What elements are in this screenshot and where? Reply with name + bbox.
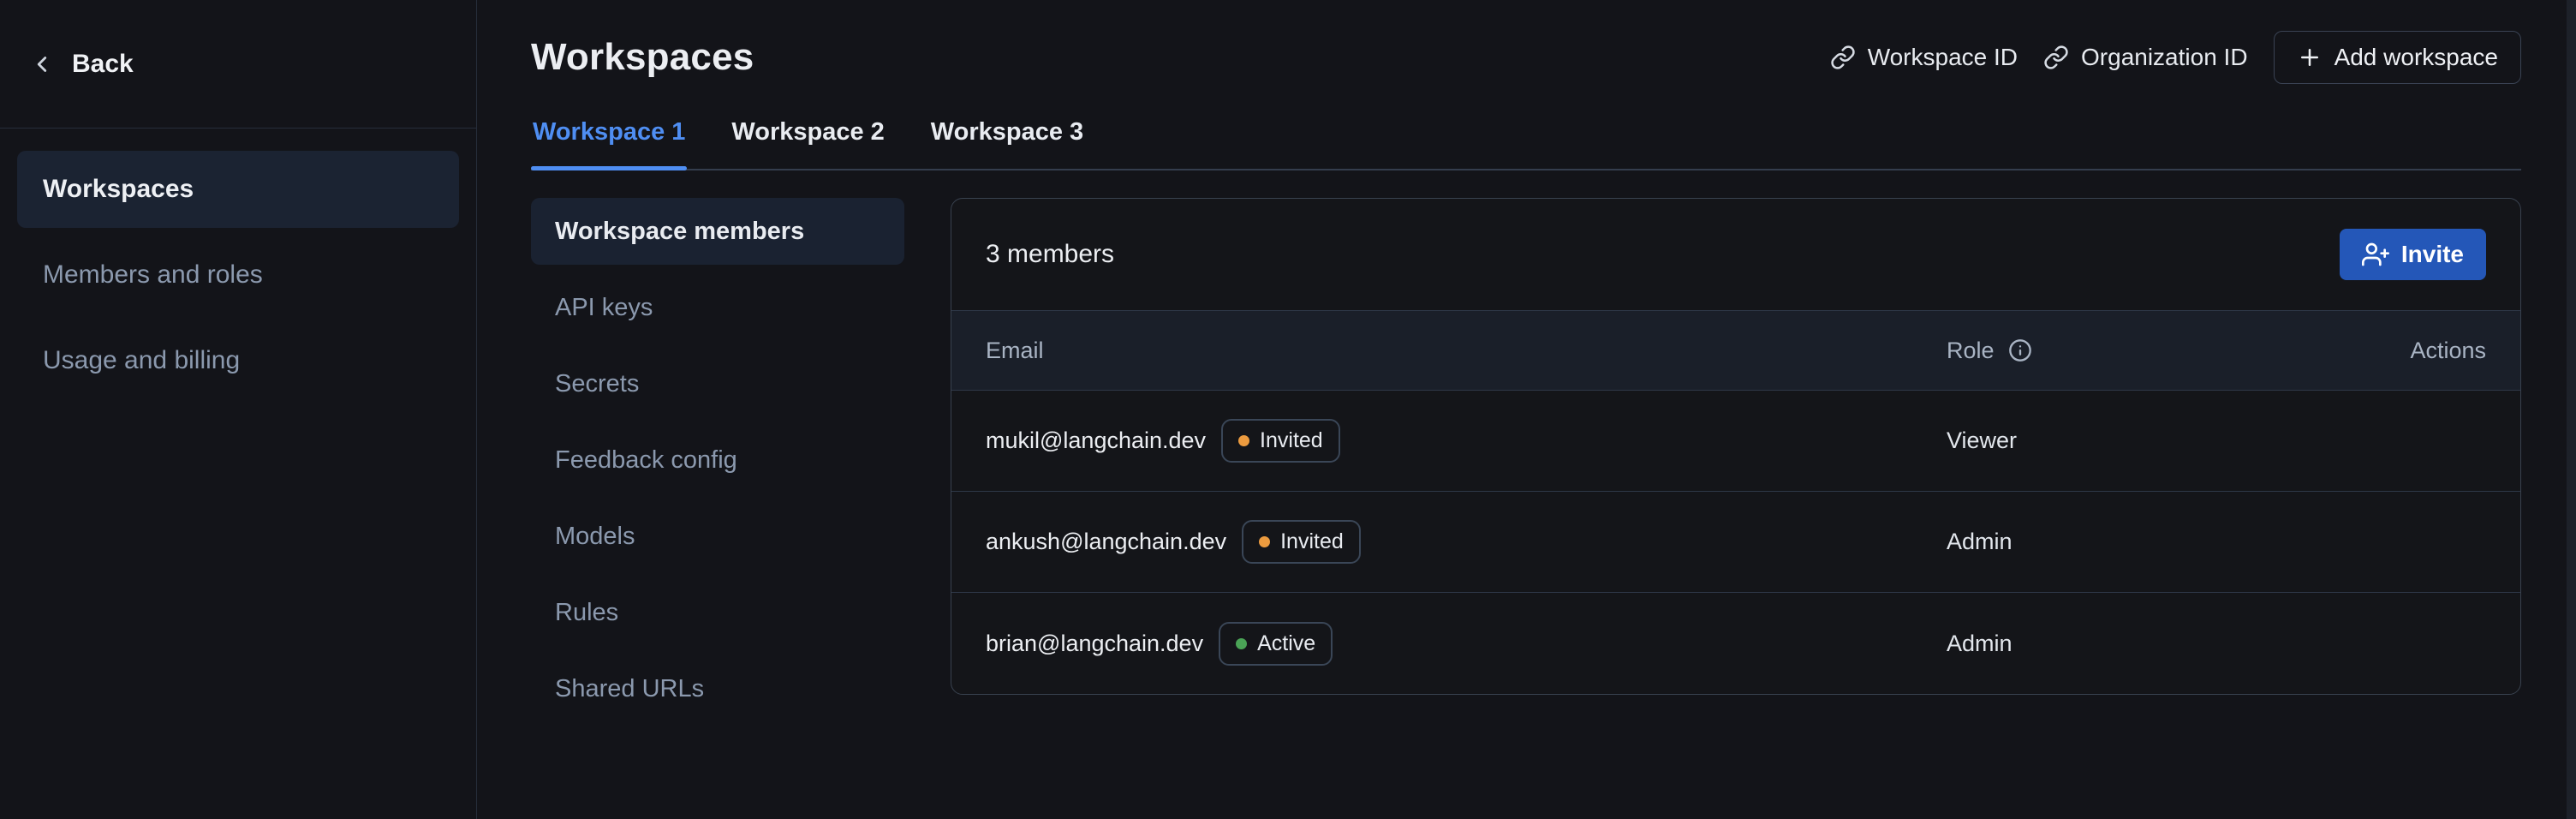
tab-workspace-2[interactable]: Workspace 2 [730,105,886,169]
status-label: Invited [1280,529,1344,554]
user-plus-icon [2362,241,2389,268]
members-card-header: 3 members Invite [951,199,2520,310]
add-workspace-button[interactable]: Add workspace [2274,31,2521,84]
sidebar-item-usage-and-billing[interactable]: Usage and billing [17,322,459,399]
sidebar-item-members-and-roles[interactable]: Members and roles [17,236,459,314]
workspace-subnav: Workspace members API keys Secrets Feedb… [531,198,904,732]
tab-workspace-3[interactable]: Workspace 3 [929,105,1085,169]
subnav-item-models[interactable]: Models [531,503,904,570]
main-content: Workspaces Workspace ID Organization ID … [478,0,2576,819]
scrollbar-track[interactable] [2567,0,2576,819]
subnav-item-feedback-config[interactable]: Feedback config [531,427,904,493]
link-icon [2043,45,2069,70]
sidebar-item-label: Members and roles [43,260,263,290]
status-dot-icon [1238,435,1249,446]
status-badge: Invited [1221,419,1340,463]
members-table-header: Email Role Actions [951,310,2520,391]
page-header: Workspaces Workspace ID Organization ID … [531,31,2521,84]
members-card: 3 members Invite Email Role Actions [951,198,2521,695]
invite-button[interactable]: Invite [2340,229,2486,280]
page-title: Workspaces [531,36,754,79]
subnav-item-rules[interactable]: Rules [531,579,904,646]
subnav-item-secrets[interactable]: Secrets [531,350,904,417]
column-header-role: Role [1947,338,2349,364]
status-dot-icon [1236,638,1247,649]
member-email: ankush@langchain.dev [986,529,1226,555]
column-header-actions: Actions [2349,338,2486,364]
member-role: Admin [1947,529,2012,555]
workspace-tabs: Workspace 1 Workspace 2 Workspace 3 [531,105,2521,170]
sidebar-item-label: Workspaces [43,175,194,204]
back-button[interactable]: Back [0,0,476,129]
info-icon[interactable] [2008,338,2032,362]
back-label: Back [72,50,134,79]
add-workspace-label: Add workspace [2334,44,2498,71]
status-label: Invited [1260,428,1323,453]
header-actions: Workspace ID Organization ID Add workspa… [1830,31,2521,84]
sidebar-item-label: Usage and billing [43,346,240,375]
tab-workspace-1[interactable]: Workspace 1 [531,105,687,169]
sidebar-nav: Workspaces Members and roles Usage and b… [0,129,476,430]
subnav-item-workspace-members[interactable]: Workspace members [531,198,904,265]
status-badge: Active [1219,622,1333,666]
member-role: Viewer [1947,427,2017,454]
table-row: ankush@langchain.dev Invited Admin [951,492,2520,593]
organization-id-button[interactable]: Organization ID [2043,44,2248,71]
workspace-id-label: Workspace ID [1868,44,2018,71]
status-badge: Invited [1242,520,1361,564]
plus-icon [2297,45,2323,70]
invite-label: Invite [2401,241,2464,268]
table-row: mukil@langchain.dev Invited Viewer [951,391,2520,492]
status-label: Active [1257,631,1315,656]
settings-sidebar: Back Workspaces Members and roles Usage … [0,0,477,819]
subnav-item-shared-urls[interactable]: Shared URLs [531,655,904,722]
role-header-label: Role [1947,338,1995,364]
organization-id-label: Organization ID [2081,44,2248,71]
table-row: brian@langchain.dev Active Admin [951,593,2520,694]
link-icon [1830,45,1856,70]
member-email: mukil@langchain.dev [986,427,1206,454]
member-role: Admin [1947,631,2012,657]
sidebar-item-workspaces[interactable]: Workspaces [17,151,459,228]
status-dot-icon [1259,536,1270,547]
member-count: 3 members [986,240,1114,269]
workspace-content: Workspace members API keys Secrets Feedb… [531,198,2521,732]
member-email: brian@langchain.dev [986,631,1203,657]
subnav-item-api-keys[interactable]: API keys [531,274,904,341]
chevron-left-icon [29,51,55,77]
column-header-email: Email [986,338,1947,364]
workspace-id-button[interactable]: Workspace ID [1830,44,2018,71]
